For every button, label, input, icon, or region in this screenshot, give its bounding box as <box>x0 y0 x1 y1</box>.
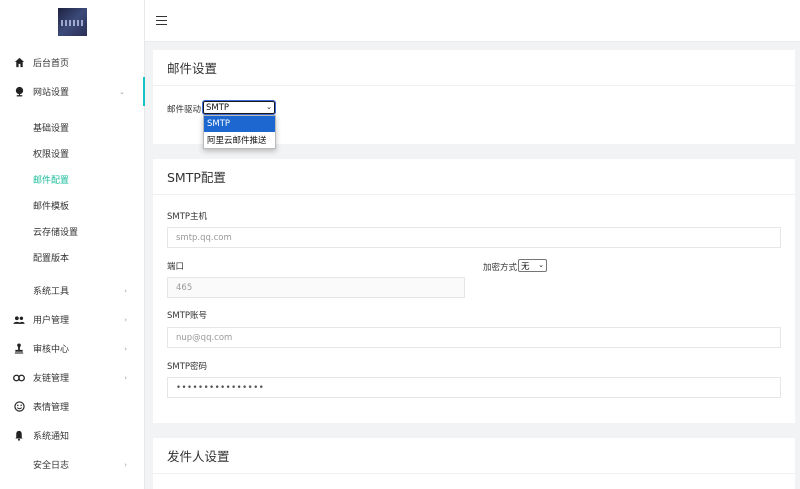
chevron-down-icon: ⌄ <box>538 261 544 269</box>
sidebar-item-label: 网站设置 <box>33 88 70 98</box>
sidebar-item-system-tools[interactable]: 系统工具 › <box>0 276 145 305</box>
sidebar-item-system-notice[interactable]: 系统通知 <box>0 421 145 450</box>
smtp-config-card: SMTP配置 SMTP主机 smtp.qq.com 端口 465 加密方式 无 … <box>153 159 795 423</box>
sidebar-item-label: 安全日志 <box>33 461 70 471</box>
select-value: SMTP <box>206 102 230 113</box>
chevron-right-icon: › <box>124 315 127 324</box>
mail-driver-select[interactable]: SMTP ⌄ <box>202 100 276 115</box>
dropdown-option-smtp[interactable]: SMTP <box>204 116 275 132</box>
sidebar-item-dashboard[interactable]: 后台首页 <box>0 48 145 77</box>
chevron-right-icon: › <box>124 344 127 353</box>
sidebar: 后台首页 网站设置 ⌄ 基础设置 权限设置 邮件配置 邮件模板 云存储设置 配置… <box>0 0 145 489</box>
mail-driver-dropdown: SMTP 阿里云邮件推送 <box>203 115 276 149</box>
card-title: SMTP配置 <box>153 159 795 195</box>
sidebar-item-label: 表情管理 <box>33 403 70 413</box>
menu-toggle-icon[interactable] <box>156 16 167 25</box>
smtp-account-input[interactable]: nup@qq.com <box>167 327 781 348</box>
sidebar-item-emoji-management[interactable]: 表情管理 <box>0 392 145 421</box>
sidebar-subitem-mail-config[interactable]: 邮件配置 <box>0 166 145 192</box>
sidebar-item-review-center[interactable]: 审核中心 › <box>0 334 145 363</box>
smtp-host-label: SMTP主机 <box>167 212 208 222</box>
smtp-password-label: SMTP密码 <box>167 362 208 372</box>
logo-area <box>0 0 144 44</box>
sidebar-item-site-settings[interactable]: 网站设置 ⌄ <box>0 77 145 106</box>
sidebar-item-label: 系统通知 <box>33 432 70 442</box>
card-title: 邮件设置 <box>153 50 795 86</box>
top-bar <box>145 0 800 42</box>
sidebar-item-security-log[interactable]: 安全日志 › <box>0 450 145 479</box>
port-input[interactable]: 465 <box>167 277 465 298</box>
globe-icon <box>13 86 25 98</box>
smtp-password-input[interactable]: •••••••••••••••• <box>167 377 781 398</box>
chevron-right-icon: › <box>124 373 127 382</box>
chevron-right-icon: › <box>124 286 127 295</box>
encryption-label: 加密方式 <box>483 263 518 273</box>
input-placeholder: smtp.qq.com <box>176 232 232 243</box>
mail-driver-label: 邮件驱动 <box>167 105 202 115</box>
sidebar-subitem-cloud-storage[interactable]: 云存储设置 <box>0 218 145 244</box>
encryption-select[interactable]: 无 ⌄ <box>518 259 547 272</box>
password-value: •••••••••••••••• <box>176 382 265 393</box>
port-label: 端口 <box>167 262 185 272</box>
home-icon <box>13 57 25 69</box>
sidebar-subitem-basic-settings[interactable]: 基础设置 <box>0 114 145 140</box>
sender-settings-card: 发件人设置 <box>153 438 795 489</box>
sidebar-nav: 后台首页 网站设置 ⌄ 基础设置 权限设置 邮件配置 邮件模板 云存储设置 配置… <box>0 48 145 479</box>
sidebar-subitem-mail-templates[interactable]: 邮件模板 <box>0 192 145 218</box>
smtp-account-label: SMTP账号 <box>167 311 208 321</box>
select-value: 无 <box>521 261 530 272</box>
sidebar-item-label: 系统工具 <box>33 287 70 297</box>
chevron-right-icon: › <box>124 460 127 469</box>
users-icon <box>13 314 25 326</box>
sidebar-subitem-config-versions[interactable]: 配置版本 <box>0 244 145 270</box>
smtp-host-input[interactable]: smtp.qq.com <box>167 227 781 248</box>
sidebar-item-user-management[interactable]: 用户管理 › <box>0 305 145 334</box>
stamp-icon <box>13 343 25 355</box>
sidebar-item-label: 审核中心 <box>33 345 70 355</box>
input-placeholder: 465 <box>176 282 193 293</box>
chevron-down-icon: ⌄ <box>266 103 272 111</box>
input-placeholder: nup@qq.com <box>176 332 233 343</box>
sidebar-item-label: 后台首页 <box>33 59 70 69</box>
chevron-down-icon: ⌄ <box>119 87 125 96</box>
sidebar-item-label: 友链管理 <box>33 374 70 384</box>
dropdown-option-aliyun[interactable]: 阿里云邮件推送 <box>204 132 275 148</box>
card-title: 发件人设置 <box>153 438 795 474</box>
sidebar-item-label: 用户管理 <box>33 316 70 326</box>
site-logo[interactable] <box>57 8 87 36</box>
sidebar-item-friend-links[interactable]: 友链管理 › <box>0 363 145 392</box>
smile-icon <box>13 401 25 413</box>
sidebar-subitem-permission-settings[interactable]: 权限设置 <box>0 140 145 166</box>
link-icon <box>13 372 25 384</box>
bell-icon <box>13 430 25 442</box>
